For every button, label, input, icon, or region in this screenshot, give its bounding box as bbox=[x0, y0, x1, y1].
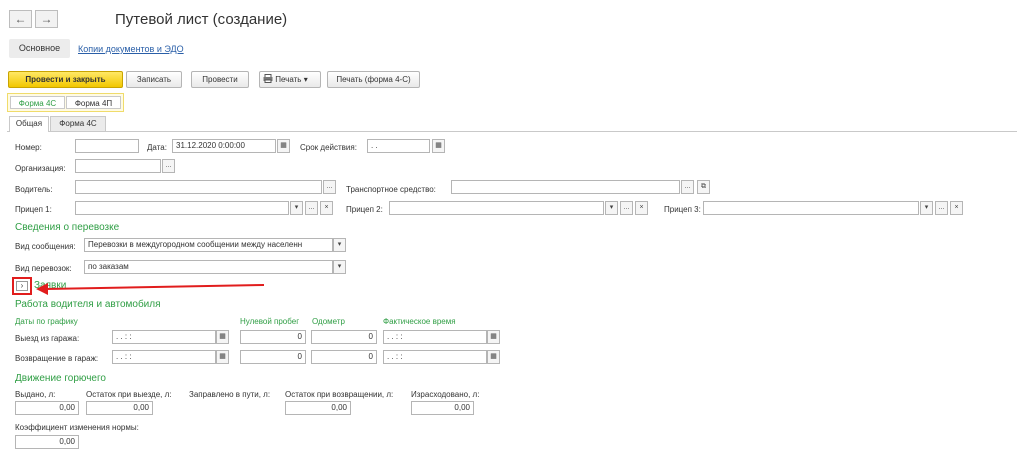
tab-form-4c[interactable]: Форма 4С bbox=[50, 116, 106, 131]
chevron-down-icon[interactable]: ▾ bbox=[290, 201, 303, 215]
fuel-remain-back-field[interactable]: 0,00 bbox=[285, 401, 351, 415]
fuel-section-title: Движение горючего bbox=[15, 373, 106, 384]
return-schedule-field[interactable]: . . : : bbox=[112, 350, 216, 364]
fuel-spent-field[interactable]: 0,00 bbox=[411, 401, 474, 415]
departure-zero-run-field[interactable]: 0 bbox=[240, 330, 306, 344]
calendar-icon[interactable]: ▦ bbox=[277, 139, 290, 153]
fuel-issued-field[interactable]: 0,00 bbox=[15, 401, 79, 415]
tab-general[interactable]: Общая bbox=[9, 116, 49, 132]
form-4c-tab[interactable]: Форма 4С bbox=[10, 96, 65, 109]
ellipsis-icon[interactable]: ... bbox=[323, 180, 336, 194]
arrow-annotation bbox=[36, 283, 265, 295]
vehicle-label: Транспортное средство: bbox=[346, 185, 436, 194]
departure-schedule-field[interactable]: . . : : bbox=[112, 330, 216, 344]
return-label: Возвращение в гараж: bbox=[15, 354, 99, 363]
chevron-down-icon[interactable]: ▾ bbox=[920, 201, 933, 215]
chevron-down-icon[interactable]: ▾ bbox=[605, 201, 618, 215]
ellipsis-icon[interactable]: ... bbox=[620, 201, 633, 215]
driver-field[interactable] bbox=[75, 180, 322, 194]
fuel-remain-back-label: Остаток при возвращении, л: bbox=[285, 390, 394, 399]
work-section-title: Работа водителя и автомобиля bbox=[15, 299, 161, 310]
fuel-remain-out-field[interactable]: 0,00 bbox=[86, 401, 153, 415]
fuel-issued-label: Выдано, л: bbox=[15, 390, 56, 399]
validity-field[interactable]: . . bbox=[367, 139, 430, 153]
organization-label: Организация: bbox=[15, 164, 66, 173]
vehicle-field[interactable] bbox=[451, 180, 680, 194]
chevron-down-icon[interactable]: ▾ bbox=[333, 238, 346, 252]
number-label: Номер: bbox=[15, 143, 42, 152]
copies-link[interactable]: Копии документов и ЭДО bbox=[78, 44, 184, 54]
post-button[interactable]: Провести bbox=[191, 71, 249, 88]
ellipsis-icon[interactable]: ... bbox=[935, 201, 948, 215]
transport-section-title: Сведения о перевозке bbox=[15, 222, 120, 233]
expand-orders-button[interactable]: › bbox=[16, 281, 28, 291]
coefficient-field[interactable]: 0,00 bbox=[15, 435, 79, 449]
back-button[interactable]: ← bbox=[9, 10, 32, 28]
schedule-column: Даты по графику bbox=[15, 317, 78, 326]
transport-type-select[interactable]: по заказам bbox=[84, 260, 333, 274]
actual-time-column: Фактическое время bbox=[383, 317, 456, 326]
trailer-2-label: Прицеп 2: bbox=[346, 205, 383, 214]
form-4p-tab[interactable]: Форма 4П bbox=[66, 96, 121, 109]
chevron-down-icon: ▾ bbox=[303, 75, 308, 84]
trailer-2-field[interactable] bbox=[389, 201, 604, 215]
organization-field[interactable] bbox=[75, 159, 161, 173]
print-form-4c-button[interactable]: Печать (форма 4-С) bbox=[327, 71, 420, 88]
date-field[interactable]: 31.12.2020 0:00:00 bbox=[172, 139, 276, 153]
zero-run-column: Нулевой пробег bbox=[240, 317, 300, 326]
calendar-icon[interactable]: ▦ bbox=[216, 350, 229, 364]
print-button[interactable]: Печать ▾ bbox=[259, 71, 321, 88]
calendar-icon[interactable]: ▦ bbox=[487, 330, 500, 344]
print-label: Печать bbox=[275, 75, 302, 84]
save-button[interactable]: Записать bbox=[126, 71, 182, 88]
forward-button[interactable]: → bbox=[35, 10, 58, 28]
trailer-3-label: Прицеп 3: bbox=[664, 205, 701, 214]
departure-label: Выезд из гаража: bbox=[15, 334, 80, 343]
trailer-1-field[interactable] bbox=[75, 201, 289, 215]
tab-main[interactable]: Основное bbox=[9, 39, 70, 58]
fuel-remain-out-label: Остаток при выезде, л: bbox=[86, 390, 172, 399]
trailer-1-label: Прицеп 1: bbox=[15, 205, 52, 214]
odometer-column: Одометр bbox=[312, 317, 345, 326]
calendar-icon[interactable]: ▦ bbox=[487, 350, 500, 364]
tab-divider bbox=[7, 131, 1017, 132]
ellipsis-icon[interactable]: ... bbox=[305, 201, 318, 215]
form-switch: Форма 4С Форма 4П bbox=[7, 93, 124, 112]
printer-icon bbox=[263, 74, 273, 83]
close-icon[interactable]: × bbox=[635, 201, 648, 215]
calendar-icon[interactable]: ▦ bbox=[432, 139, 445, 153]
ellipsis-icon[interactable]: ... bbox=[681, 180, 694, 194]
close-icon[interactable]: × bbox=[950, 201, 963, 215]
chevron-down-icon[interactable]: ▾ bbox=[333, 260, 346, 274]
message-type-label: Вид сообщения: bbox=[15, 242, 76, 251]
date-label: Дата: bbox=[147, 143, 167, 152]
fuel-refuel-label: Заправлено в пути, л: bbox=[189, 390, 271, 399]
return-actual-field[interactable]: . . : : bbox=[383, 350, 487, 364]
number-field[interactable] bbox=[75, 139, 139, 153]
departure-odometer-field[interactable]: 0 bbox=[311, 330, 377, 344]
trailer-3-field[interactable] bbox=[703, 201, 919, 215]
message-type-select[interactable]: Перевозки в междугородном сообщении межд… bbox=[84, 238, 333, 252]
departure-actual-field[interactable]: . . : : bbox=[383, 330, 487, 344]
fuel-spent-label: Израсходовано, л: bbox=[411, 390, 480, 399]
return-zero-run-field[interactable]: 0 bbox=[240, 350, 306, 364]
driver-label: Водитель: bbox=[15, 185, 53, 194]
page-title: Путевой лист (создание) bbox=[115, 11, 288, 28]
validity-label: Срок действия: bbox=[300, 143, 357, 152]
close-icon[interactable]: × bbox=[320, 201, 333, 215]
post-and-close-button[interactable]: Провести и закрыть bbox=[8, 71, 123, 88]
ellipsis-icon[interactable]: ... bbox=[162, 159, 175, 173]
calendar-icon[interactable]: ▦ bbox=[216, 330, 229, 344]
transport-type-label: Вид перевозок: bbox=[15, 264, 72, 273]
return-odometer-field[interactable]: 0 bbox=[311, 350, 377, 364]
coefficient-label: Коэффициент изменения нормы: bbox=[15, 423, 139, 432]
open-icon[interactable]: ⧉ bbox=[697, 180, 710, 194]
